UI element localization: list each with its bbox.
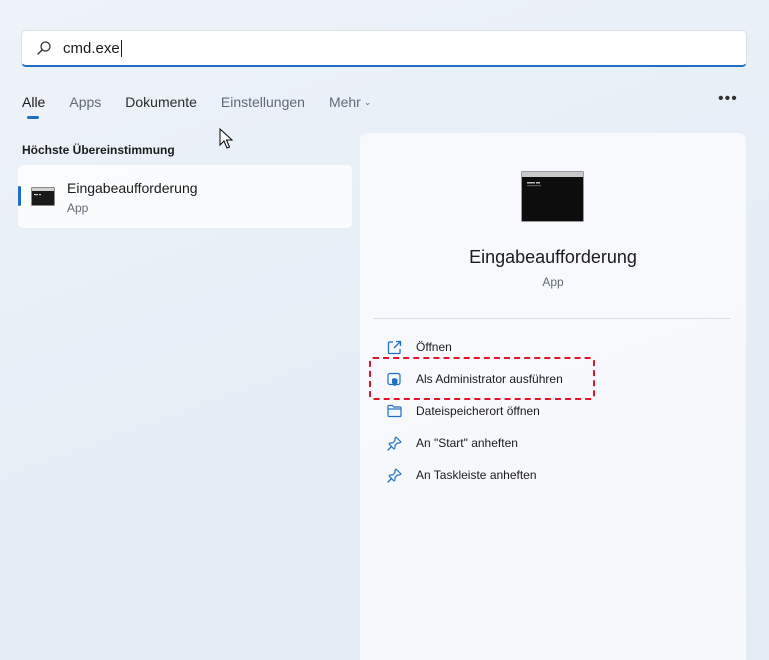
filter-tabs: Alle Apps Dokumente Einstellungen Mehr ⌄ <box>22 94 395 122</box>
action-pin-to-start-label: An "Start" anheften <box>416 436 518 450</box>
selection-indicator <box>18 186 21 206</box>
more-options-icon[interactable]: ••• <box>718 90 738 108</box>
search-icon <box>36 39 54 57</box>
cmd-app-large-icon <box>521 171 584 222</box>
detail-app-type: App <box>542 275 564 289</box>
tab-mehr-label: Mehr <box>328 94 361 110</box>
search-input[interactable]: cmd.exe <box>63 40 120 57</box>
detail-app-title: Eingabeaufforderung <box>469 247 637 267</box>
detail-panel: Eingabeaufforderung App Öffnen Als Admin… <box>360 133 746 660</box>
tab-dokumente[interactable]: Dokumente <box>125 94 197 122</box>
action-open-label: Öffnen <box>416 340 452 354</box>
tab-apps[interactable]: Apps <box>69 94 101 122</box>
best-match-heading: Höchste Übereinstimmung <box>22 143 175 157</box>
mouse-cursor-icon <box>219 128 233 149</box>
shield-icon <box>386 371 402 387</box>
action-run-as-admin-label: Als Administrator ausführen <box>416 372 563 386</box>
result-type: App <box>67 201 89 215</box>
action-open-file-location[interactable]: Dateispeicherort öffnen <box>386 400 540 422</box>
result-name: Eingabeaufforderung <box>67 180 198 196</box>
tab-mehr[interactable]: Mehr ⌄ <box>329 94 371 122</box>
tab-alle[interactable]: Alle <box>22 94 45 122</box>
chevron-down-icon: ⌄ <box>363 97 372 107</box>
folder-icon <box>386 403 402 419</box>
action-pin-to-start[interactable]: An "Start" anheften <box>386 432 518 454</box>
action-pin-to-taskbar[interactable]: An Taskleiste anheften <box>386 464 537 486</box>
result-item-eingabeaufforderung[interactable]: Eingabeaufforderung App <box>18 165 352 228</box>
action-run-as-admin[interactable]: Als Administrator ausführen <box>386 368 563 390</box>
cmd-app-icon <box>31 187 55 206</box>
pin-icon <box>386 435 402 451</box>
divider <box>373 318 731 319</box>
search-box[interactable]: cmd.exe <box>21 30 747 67</box>
open-icon <box>386 339 402 355</box>
tab-einstellungen[interactable]: Einstellungen <box>221 94 305 122</box>
action-open-file-location-label: Dateispeicherort öffnen <box>416 404 540 418</box>
text-caret <box>120 39 122 57</box>
action-open[interactable]: Öffnen <box>386 336 452 358</box>
pin-icon <box>386 467 402 483</box>
action-pin-to-taskbar-label: An Taskleiste anheften <box>416 468 537 482</box>
